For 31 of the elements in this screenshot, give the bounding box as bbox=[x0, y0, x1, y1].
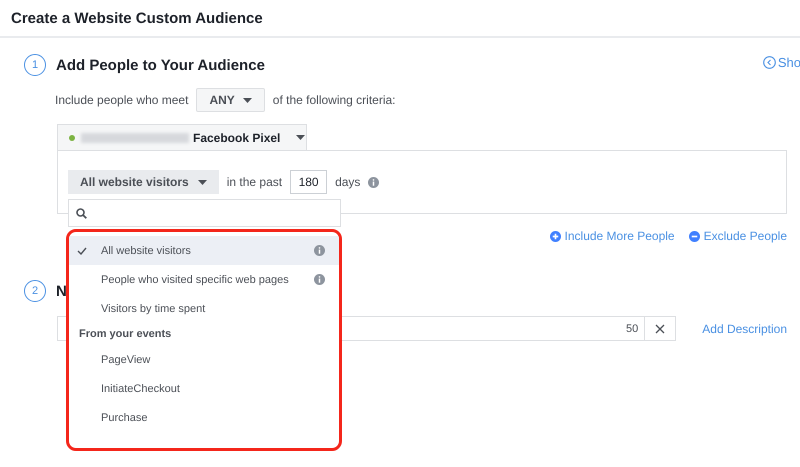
match-dropdown[interactable]: ANY bbox=[196, 88, 265, 112]
caret-icon bbox=[296, 135, 306, 140]
chevron-left-circle-icon bbox=[762, 56, 776, 68]
check-icon bbox=[77, 246, 87, 254]
dialog-title: Create a Website Custom Audience bbox=[11, 10, 263, 26]
audience-dropdown[interactable]: All website visitors bbox=[68, 170, 219, 194]
caret-icon bbox=[242, 98, 252, 102]
menu-option[interactable]: Purchase bbox=[69, 403, 339, 432]
search-icon bbox=[76, 208, 87, 218]
menu-option[interactable]: InitiateCheckout bbox=[69, 374, 339, 403]
criteria-label: Include people who meet bbox=[55, 93, 188, 107]
days-label: days bbox=[335, 175, 360, 189]
plus-circle-icon bbox=[550, 230, 561, 242]
menu-option[interactable]: People who visited specific web pages bbox=[69, 265, 339, 294]
past-label: in the past bbox=[226, 175, 282, 189]
section-title: Add People to Your Audience bbox=[56, 56, 265, 74]
menu-section-heading: From your events bbox=[78, 327, 172, 342]
criteria-label: of the following criteria: bbox=[272, 93, 396, 107]
character-counter: 50 bbox=[626, 322, 640, 334]
step-number: 1 bbox=[24, 54, 46, 76]
search-field[interactable] bbox=[68, 199, 341, 227]
section-title: N bbox=[56, 282, 67, 300]
menu-option[interactable]: PageView bbox=[69, 345, 339, 374]
minus-circle-icon bbox=[688, 230, 700, 242]
caret-icon bbox=[198, 180, 207, 184]
menu-option[interactable]: All website visitors bbox=[69, 236, 339, 265]
pixel-selector[interactable]: Facebook Pixel bbox=[57, 124, 307, 150]
close-icon[interactable] bbox=[655, 324, 666, 334]
days-field[interactable]: 180 bbox=[290, 170, 328, 194]
step-number: 2 bbox=[24, 280, 46, 302]
info-icon bbox=[368, 176, 380, 188]
